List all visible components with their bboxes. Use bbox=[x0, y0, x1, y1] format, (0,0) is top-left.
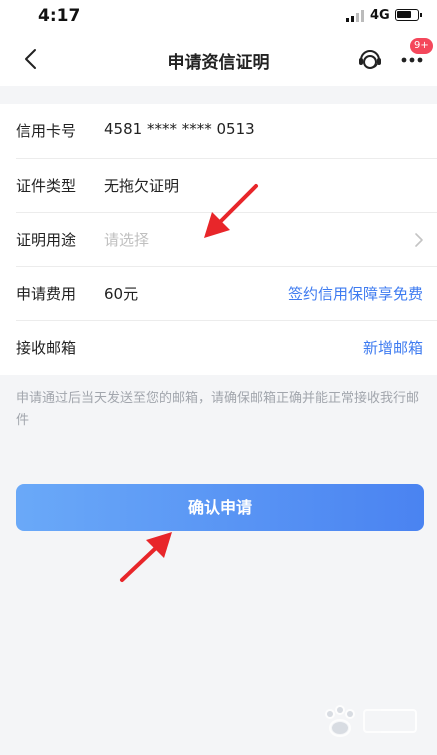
signal-icon bbox=[346, 10, 366, 22]
purpose-label: 证明用途 bbox=[16, 231, 77, 249]
free-guarantee-link[interactable]: 签约信用保障享免费 bbox=[288, 283, 423, 304]
annotation-arrow-icon bbox=[120, 532, 172, 582]
notification-badge: 9+ bbox=[410, 38, 433, 54]
fee-value: 60元 bbox=[104, 285, 139, 303]
document-type-label: 证件类型 bbox=[16, 177, 77, 195]
confirm-apply-button[interactable]: 确认申请 bbox=[16, 484, 424, 531]
customer-service-icon[interactable] bbox=[356, 45, 384, 73]
document-type-value: 无拖欠证明 bbox=[104, 177, 180, 195]
email-notice: 申请通过后当天发送至您的邮箱，请确保邮箱正确并能正常接收我行邮件 bbox=[16, 391, 420, 428]
card-number-label: 信用卡号 bbox=[16, 122, 77, 140]
row-fee: 申请费用 60元 签约信用保障享免费 bbox=[0, 267, 437, 321]
add-email-link[interactable]: 新增邮箱 bbox=[363, 337, 423, 358]
purpose-placeholder[interactable]: 请选择 bbox=[104, 229, 149, 250]
card-number-value: 4581 **** **** 0513 bbox=[104, 120, 255, 138]
annotation-arrow-icon bbox=[204, 184, 258, 238]
chevron-right-icon bbox=[415, 233, 423, 247]
row-email: 接收邮箱 新增邮箱 bbox=[0, 321, 437, 375]
watermark-logo-icon bbox=[325, 705, 417, 737]
network-label: 4G bbox=[370, 8, 390, 23]
email-label: 接收邮箱 bbox=[16, 339, 77, 357]
row-card-number: 信用卡号 4581 **** **** 0513 bbox=[0, 104, 437, 158]
nav-bar: 申请资信证明 9+ bbox=[0, 32, 437, 86]
status-time: 4:17 bbox=[38, 6, 81, 26]
battery-icon bbox=[395, 9, 422, 21]
fee-label: 申请费用 bbox=[16, 285, 77, 303]
status-bar: 4:17 4G bbox=[0, 0, 437, 32]
